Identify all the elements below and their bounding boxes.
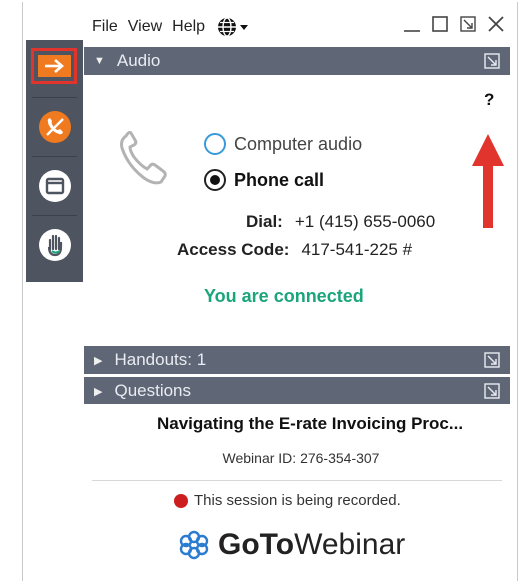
- access-code-info: Access Code: 417-541-225 #: [177, 240, 412, 260]
- chevron-down-icon: [240, 25, 249, 30]
- recording-dot-icon: [174, 493, 188, 508]
- toolbar-mute-button[interactable]: [26, 98, 83, 156]
- phone-icon: [120, 130, 167, 185]
- mute-phone-icon: [38, 111, 71, 143]
- audio-help-icon[interactable]: ?: [484, 90, 494, 110]
- questions-panel-title: Questions: [114, 381, 192, 400]
- access-code-value: 417-541-225 #: [301, 240, 413, 259]
- phone-call-option[interactable]: Phone call: [204, 169, 324, 191]
- computer-audio-option[interactable]: Computer audio: [204, 133, 362, 155]
- menu-bar: File View Help: [92, 14, 249, 40]
- handouts-panel-header[interactable]: ▶ Handouts: 1: [84, 346, 510, 374]
- audio-panel-title: Audio: [116, 51, 161, 70]
- audio-panel-header[interactable]: ▼ Audio: [84, 47, 510, 75]
- dial-value: +1 (415) 655-0060: [294, 212, 436, 231]
- computer-audio-radio[interactable]: [204, 133, 226, 155]
- popout-icon[interactable]: [484, 383, 500, 399]
- webinar-id: Webinar ID: 276-354-307: [222, 450, 380, 466]
- questions-panel-header[interactable]: ▶ Questions: [84, 377, 510, 405]
- brand-webinar: Webinar: [294, 528, 406, 561]
- popout-icon[interactable]: [458, 14, 478, 34]
- recording-text: This session is being recorded.: [194, 492, 401, 509]
- dial-info: Dial: +1 (415) 655-0060: [246, 212, 435, 232]
- recording-notice: This session is being recorded.: [174, 492, 401, 509]
- gotowebinar-logo: GoToWebinar: [178, 528, 405, 562]
- toolbar-screen-button[interactable]: [26, 157, 83, 215]
- window-icon: [38, 170, 71, 202]
- phone-call-radio[interactable]: [204, 169, 226, 191]
- flower-logo-icon: [179, 530, 209, 560]
- collapse-triangle-icon: ▶: [94, 354, 103, 367]
- menu-file[interactable]: File: [92, 18, 118, 36]
- webinar-title: Navigating the E-rate Invoicing Proc...: [157, 414, 464, 433]
- popout-icon[interactable]: [484, 352, 500, 368]
- toolbar-raise-hand-button[interactable]: [26, 216, 83, 274]
- raise-hand-icon: [38, 229, 71, 261]
- computer-audio-label: Computer audio: [234, 133, 363, 154]
- expand-triangle-icon: ▼: [94, 55, 105, 67]
- close-icon[interactable]: [486, 14, 506, 34]
- dial-label: Dial:: [246, 212, 283, 231]
- collapse-triangle-icon: ▶: [94, 385, 103, 398]
- phone-call-label: Phone call: [234, 169, 325, 190]
- language-dropdown[interactable]: [217, 17, 249, 37]
- popout-icon[interactable]: [484, 53, 500, 69]
- annotation-highlight-box: [31, 48, 77, 84]
- globe-icon: [218, 17, 237, 37]
- annotation-arrow-up-icon: [472, 134, 504, 228]
- connection-status: You are connected: [204, 286, 364, 306]
- minimize-icon[interactable]: [402, 14, 422, 34]
- toolbar-collapse-button[interactable]: [26, 40, 83, 98]
- divider: [92, 480, 502, 481]
- handouts-panel-title: Handouts: 1: [114, 350, 207, 369]
- maximize-icon[interactable]: [430, 14, 450, 34]
- menu-view[interactable]: View: [128, 18, 162, 36]
- window-controls: [402, 14, 506, 34]
- menu-help[interactable]: Help: [172, 18, 205, 36]
- access-code-label: Access Code:: [177, 240, 290, 259]
- arrow-right-icon: [45, 59, 64, 73]
- control-toolbar: [26, 40, 83, 282]
- brand-goto: GoTo: [218, 528, 295, 561]
